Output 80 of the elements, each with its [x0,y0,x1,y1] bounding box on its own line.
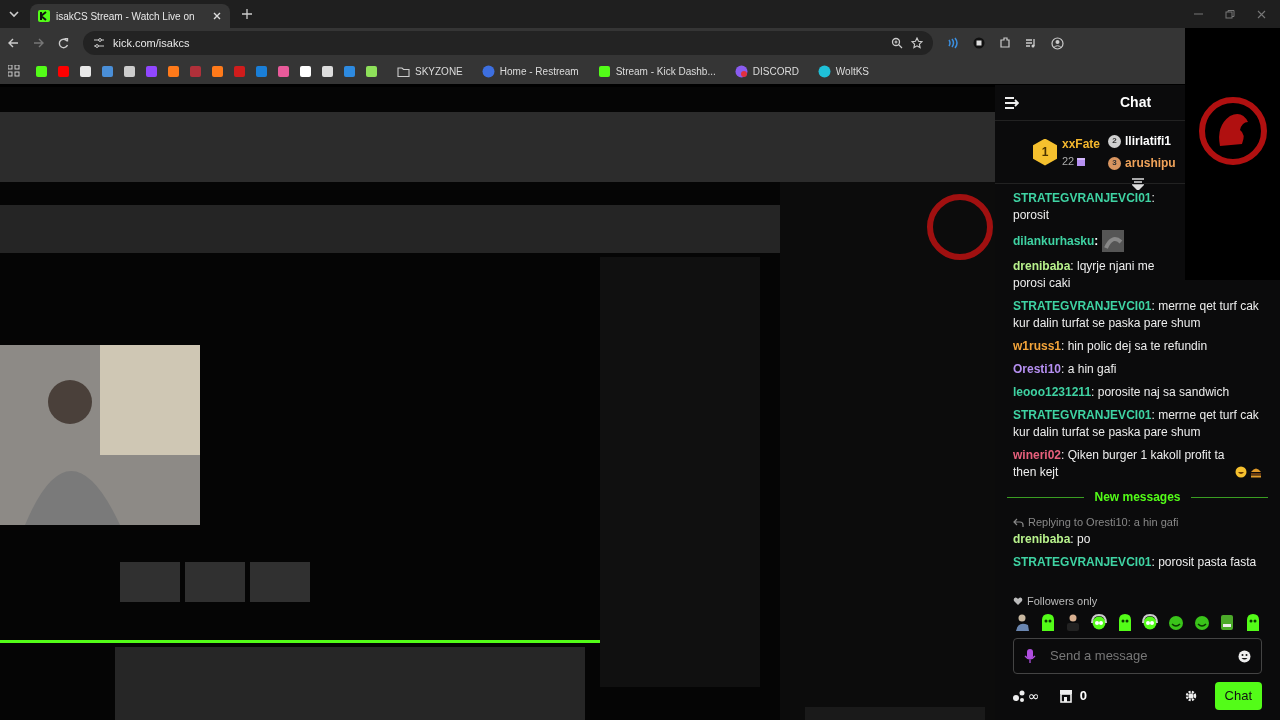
emote-icon[interactable] [1013,613,1031,632]
reply-context: Replying to Oresti10: a hin gafi [1028,515,1179,530]
bookmark-icon [597,64,611,78]
restore-icon[interactable] [1225,9,1235,19]
bookmark-link[interactable]: Home - Restream [499,63,579,79]
profile-icon[interactable] [1051,36,1064,50]
store-count: 0 [1079,687,1087,706]
kick-logo-icon [38,10,50,22]
gift-count: 22 [1062,153,1075,169]
media-icon[interactable] [1025,37,1037,49]
chat-title: Chat [1120,93,1152,112]
bookmark-icon[interactable] [365,64,378,78]
chat-message: wineri02: Qiken burger 1 kakoll profit ta then kejt [1013,447,1226,481]
emoji-icon[interactable] [1238,649,1251,663]
bookmark-link[interactable]: WoltKS [835,63,870,79]
gifter-name: xxFate [1062,135,1101,153]
laughing-face-icon [1235,466,1247,478]
site-settings-icon[interactable] [93,37,105,49]
close-icon[interactable] [1257,9,1266,19]
store-icon[interactable] [1059,689,1072,703]
chat-message: drenibaba: lqyrje njani me porosi caki [1013,258,1156,292]
message-field[interactable]: Send a message [1013,638,1262,674]
bookmark-icon[interactable] [123,64,136,78]
folder-icon [397,64,410,78]
chat-message: dilankurhasku: [1013,232,1099,250]
chat-mode-label: Followers only [1027,593,1098,609]
emote-icon[interactable] [1166,613,1185,632]
bookmark-icon [481,64,495,78]
bookmark-icon [734,64,748,78]
back-icon[interactable] [8,38,19,48]
reply-icon [1013,517,1024,528]
new-messages-divider: New messages [1094,489,1181,506]
emote-image-icon [1102,230,1125,252]
bookmark-icon[interactable] [299,64,312,78]
forward-icon[interactable] [33,38,44,48]
bookmark-link[interactable]: DISCORD [752,63,799,79]
chat-message: STRATEGVRANJEVCI01: porosit pasta fasta [1013,554,1258,571]
puzzle-icon[interactable] [999,37,1011,49]
bookmark-icon[interactable] [35,64,48,78]
chat-message: drenibaba: po [1013,531,1092,548]
chat-message: STRATEGVRANJEVCI01: porosit [1013,190,1156,224]
message-input[interactable]: Send a message [1050,646,1224,666]
bookmark-link[interactable]: SKYZONE [415,63,463,79]
chat-send-button[interactable]: Chat [1214,682,1262,710]
star-icon[interactable] [911,37,923,49]
points-balance: ∞ [1028,686,1040,706]
browser-tab[interactable]: isakCS Stream - Watch Live on [30,4,230,28]
collapse-chat-icon[interactable] [1005,96,1019,109]
chat-message: w1russ1: hin polic dej sa te refundin [1013,338,1209,355]
emote-icon[interactable] [1089,613,1108,632]
chat-message: Oresti10: a hin gafi [1013,361,1118,378]
bookmark-link[interactable]: Stream - Kick Dashb... [615,63,716,79]
chat-message: STRATEGVRANJEVCI01: merrne qet turf cak kur dalin turfat se paska pare shum [1013,298,1260,332]
gifter-name: llirlatifi1 [1125,133,1172,150]
scroll-down-icon[interactable] [1132,178,1144,190]
rank-badge: 2 [1108,134,1122,148]
apps-icon[interactable] [8,65,20,77]
bookmark-icon[interactable] [79,64,92,78]
bookmark-icon[interactable] [321,64,334,78]
url-text: kick.com/isakcs [113,35,190,51]
tab-title: isakCS Stream - Watch Live on [56,9,196,24]
zoom-icon[interactable] [891,37,903,49]
burger-icon [1250,466,1262,478]
gifter-name: arushipu [1125,155,1176,172]
chat-message: STRATEGVRANJEVCI01: merrne qet turf cak kur dalin turfat se paska pare shum [1013,407,1260,441]
settings-icon[interactable] [1184,690,1197,702]
bookmark-icon [817,64,831,78]
heart-icon [1013,595,1023,606]
emote-icon[interactable] [1141,613,1160,632]
new-tab-icon[interactable] [242,9,252,19]
rank-badge: 3 [1108,156,1122,170]
points-icon[interactable] [1013,689,1025,703]
emote-icon[interactable] [1192,613,1211,632]
gift-icon [1077,156,1086,166]
extension-icon[interactable] [973,37,985,49]
microphone-icon[interactable] [1024,648,1036,664]
chat-message: leooo1231211: porosite naj sa sandwich [1013,384,1231,401]
rank-badge: 1 [1033,138,1057,166]
address-bar[interactable]: kick.com/isakcs [83,31,933,55]
reload-icon[interactable] [58,37,69,49]
